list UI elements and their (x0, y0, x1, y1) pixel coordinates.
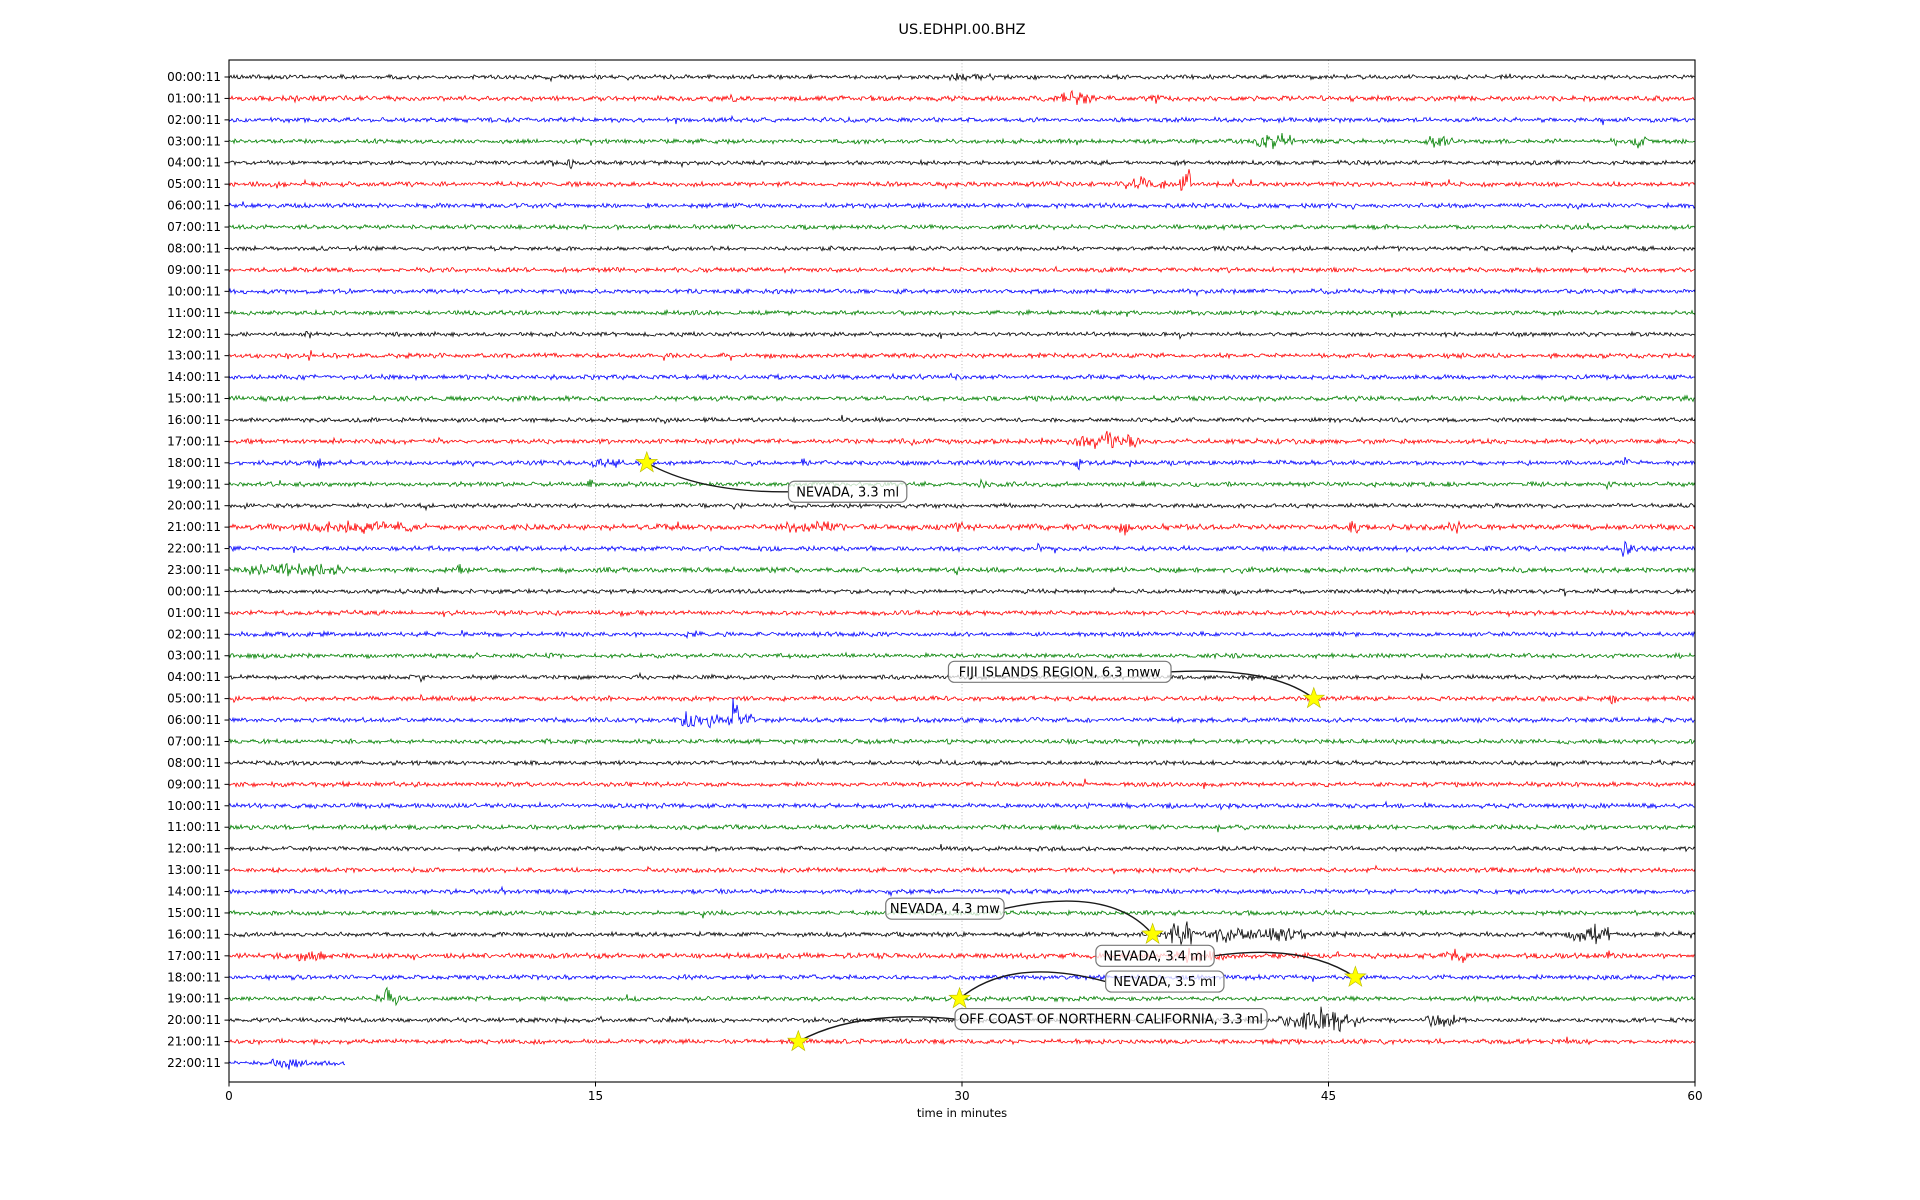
y-tick-label: 04:00:11 (167, 156, 221, 170)
y-tick-label: 18:00:11 (167, 970, 221, 984)
trace-row-0 (229, 73, 1695, 81)
y-tick-label: 17:00:11 (167, 949, 221, 963)
y-tick-label: 14:00:11 (167, 885, 221, 899)
y-tick-label: 06:00:11 (167, 199, 221, 213)
trace-row-23 (229, 564, 1695, 577)
y-tick-label: 22:00:11 (167, 1056, 221, 1070)
y-tick-label: 16:00:11 (167, 413, 221, 427)
y-tick-label: 06:00:11 (167, 713, 221, 727)
x-tick-label: 0 (225, 1089, 233, 1103)
x-axis-label: time in minutes (917, 1106, 1007, 1120)
annotation-label: NEVADA, 4.3 mw (890, 902, 1000, 917)
y-tick-label: 13:00:11 (167, 349, 221, 363)
y-tick-label: 13:00:11 (167, 863, 221, 877)
x-tick-label: 60 (1687, 1089, 1702, 1103)
annotation-connector (647, 463, 789, 492)
y-tick-label: 17:00:11 (167, 434, 221, 448)
event-star-icon (788, 1031, 809, 1051)
seismogram-figure: US.EDHPI.00.BHZ 0 15 30 45 60 00:00:11 01:00:1… (0, 0, 1920, 1200)
y-tick-label: 08:00:11 (167, 241, 221, 255)
y-tick-label: 00:00:11 (167, 584, 221, 598)
trace-row-32 (229, 759, 1695, 766)
y-tick-label: 21:00:11 (167, 520, 221, 534)
event-star-icon (636, 452, 657, 472)
y-tick-label: 02:00:11 (167, 627, 221, 641)
y-tick-label: 23:00:11 (167, 563, 221, 577)
event-annotation: OFF COAST OF NORTHERN CALIFORNIA, 3.3 ml (788, 1009, 1267, 1051)
y-tick-label: 15:00:11 (167, 392, 221, 406)
event-annotation: FIJI ISLANDS REGION, 6.3 mww (948, 661, 1324, 707)
seismogram-canvas: US.EDHPI.00.BHZ 0 15 30 45 60 00:00:11 01:00:1… (0, 0, 1920, 1200)
y-tick-label: 01:00:11 (167, 606, 221, 620)
y-tick-label: 16:00:11 (167, 927, 221, 941)
y-tick-label: 22:00:11 (167, 542, 221, 556)
y-tick-label: 03:00:11 (167, 649, 221, 663)
trace-row-38 (229, 887, 1695, 896)
y-tick-label: 10:00:11 (167, 799, 221, 813)
trace-row-46 (229, 1059, 345, 1070)
y-tick-label: 07:00:11 (167, 220, 221, 234)
trace-row-19 (229, 479, 1695, 488)
y-tick-label: 12:00:11 (167, 842, 221, 856)
y-tick-label: 03:00:11 (167, 134, 221, 148)
y-tick-label: 14:00:11 (167, 370, 221, 384)
y-tick-label: 11:00:11 (167, 820, 221, 834)
y-tick-label: 04:00:11 (167, 670, 221, 684)
x-tick-label: 45 (1321, 1089, 1336, 1103)
annotation-label: NEVADA, 3.3 ml (796, 485, 899, 500)
y-tick-label: 20:00:11 (167, 499, 221, 513)
trace-row-4 (229, 160, 1695, 169)
event-star-icon (949, 988, 970, 1008)
y-tick-label: 19:00:11 (167, 992, 221, 1006)
y-tick-label: 01:00:11 (167, 91, 221, 105)
annotation-connector (1171, 671, 1314, 699)
event-star-icon (1345, 966, 1366, 986)
y-tick-label: 07:00:11 (167, 734, 221, 748)
annotation-label: FIJI ISLANDS REGION, 6.3 mww (959, 665, 1161, 680)
y-tick-label: 12:00:11 (167, 327, 221, 341)
y-tick-label: 19:00:11 (167, 477, 221, 491)
annotation-label: OFF COAST OF NORTHERN CALIFORNIA, 3.3 ml (959, 1013, 1263, 1028)
annotation-label: NEVADA, 3.4 ml (1104, 949, 1207, 964)
y-tick-label: 05:00:11 (167, 177, 221, 191)
x-tick-label: 15 (588, 1089, 603, 1103)
y-tick-label: 18:00:11 (167, 456, 221, 470)
event-annotation: NEVADA, 3.5 ml (949, 971, 1224, 1008)
figure-title: US.EDHPI.00.BHZ (898, 22, 1025, 38)
y-tick-label: 05:00:11 (167, 692, 221, 706)
y-tick-label: 21:00:11 (167, 1035, 221, 1049)
y-tick-label: 02:00:11 (167, 113, 221, 127)
axes-layer: 0 15 30 45 60 00:00:11 01:00:11 02:00:11 03:00:1… (167, 60, 1703, 1103)
y-tick-label: 09:00:11 (167, 777, 221, 791)
trace-row-17 (229, 431, 1695, 449)
trace-row-29 (229, 695, 1695, 704)
y-tick-label: 15:00:11 (167, 906, 221, 920)
event-annotation: NEVADA, 4.3 mw (886, 898, 1163, 943)
y-tick-label: 08:00:11 (167, 756, 221, 770)
traces-layer (229, 73, 1695, 1070)
annotation-connector (1004, 901, 1153, 934)
y-tick-label: 09:00:11 (167, 263, 221, 277)
event-star-icon (1303, 688, 1324, 708)
annotations-layer: NEVADA, 3.3 ml FIJI ISLANDS REGION, 6.3 m… (636, 452, 1366, 1051)
y-tick-label: 10:00:11 (167, 284, 221, 298)
event-annotation: NEVADA, 3.3 ml (636, 452, 907, 502)
annotation-label: NEVADA, 3.5 ml (1113, 975, 1216, 990)
y-tick-label: 11:00:11 (167, 306, 221, 320)
y-tick-label: 00:00:11 (167, 70, 221, 84)
x-tick-label: 30 (954, 1089, 969, 1103)
y-tick-label: 20:00:11 (167, 1013, 221, 1027)
